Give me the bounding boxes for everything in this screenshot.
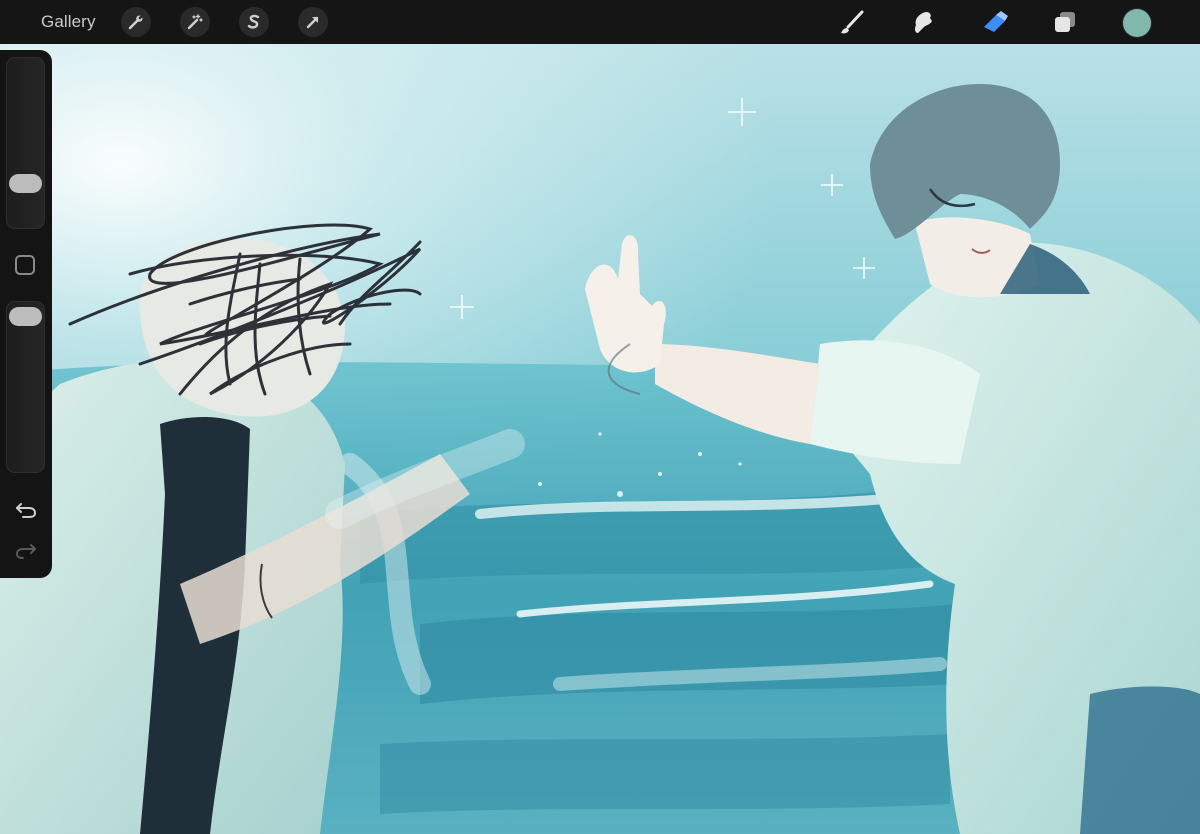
opacity-slider[interactable]	[6, 301, 45, 473]
gallery-button[interactable]: Gallery	[41, 11, 96, 33]
adjustments-magic-wand-icon[interactable]	[180, 7, 210, 37]
smudge-icon[interactable]	[906, 5, 940, 39]
layers-icon[interactable]	[1048, 5, 1082, 39]
drawing-canvas[interactable]	[0, 44, 1200, 834]
left-sidebar	[0, 50, 52, 578]
top-toolbar: Gallery	[0, 0, 1200, 44]
color-picker-swatch[interactable]	[1123, 9, 1151, 37]
artwork	[0, 44, 1200, 834]
selection-s-icon[interactable]	[239, 7, 269, 37]
undo-icon[interactable]	[13, 499, 39, 521]
brush-size-slider[interactable]	[6, 57, 45, 229]
redo-icon[interactable]	[13, 540, 39, 562]
brush-size-thumb[interactable]	[9, 174, 42, 193]
opacity-thumb[interactable]	[9, 307, 42, 326]
brush-icon[interactable]	[834, 5, 868, 39]
eraser-icon[interactable]	[978, 5, 1012, 39]
actions-wrench-icon[interactable]	[121, 7, 151, 37]
transform-arrow-icon[interactable]	[298, 7, 328, 37]
modify-square-icon[interactable]	[15, 255, 35, 275]
